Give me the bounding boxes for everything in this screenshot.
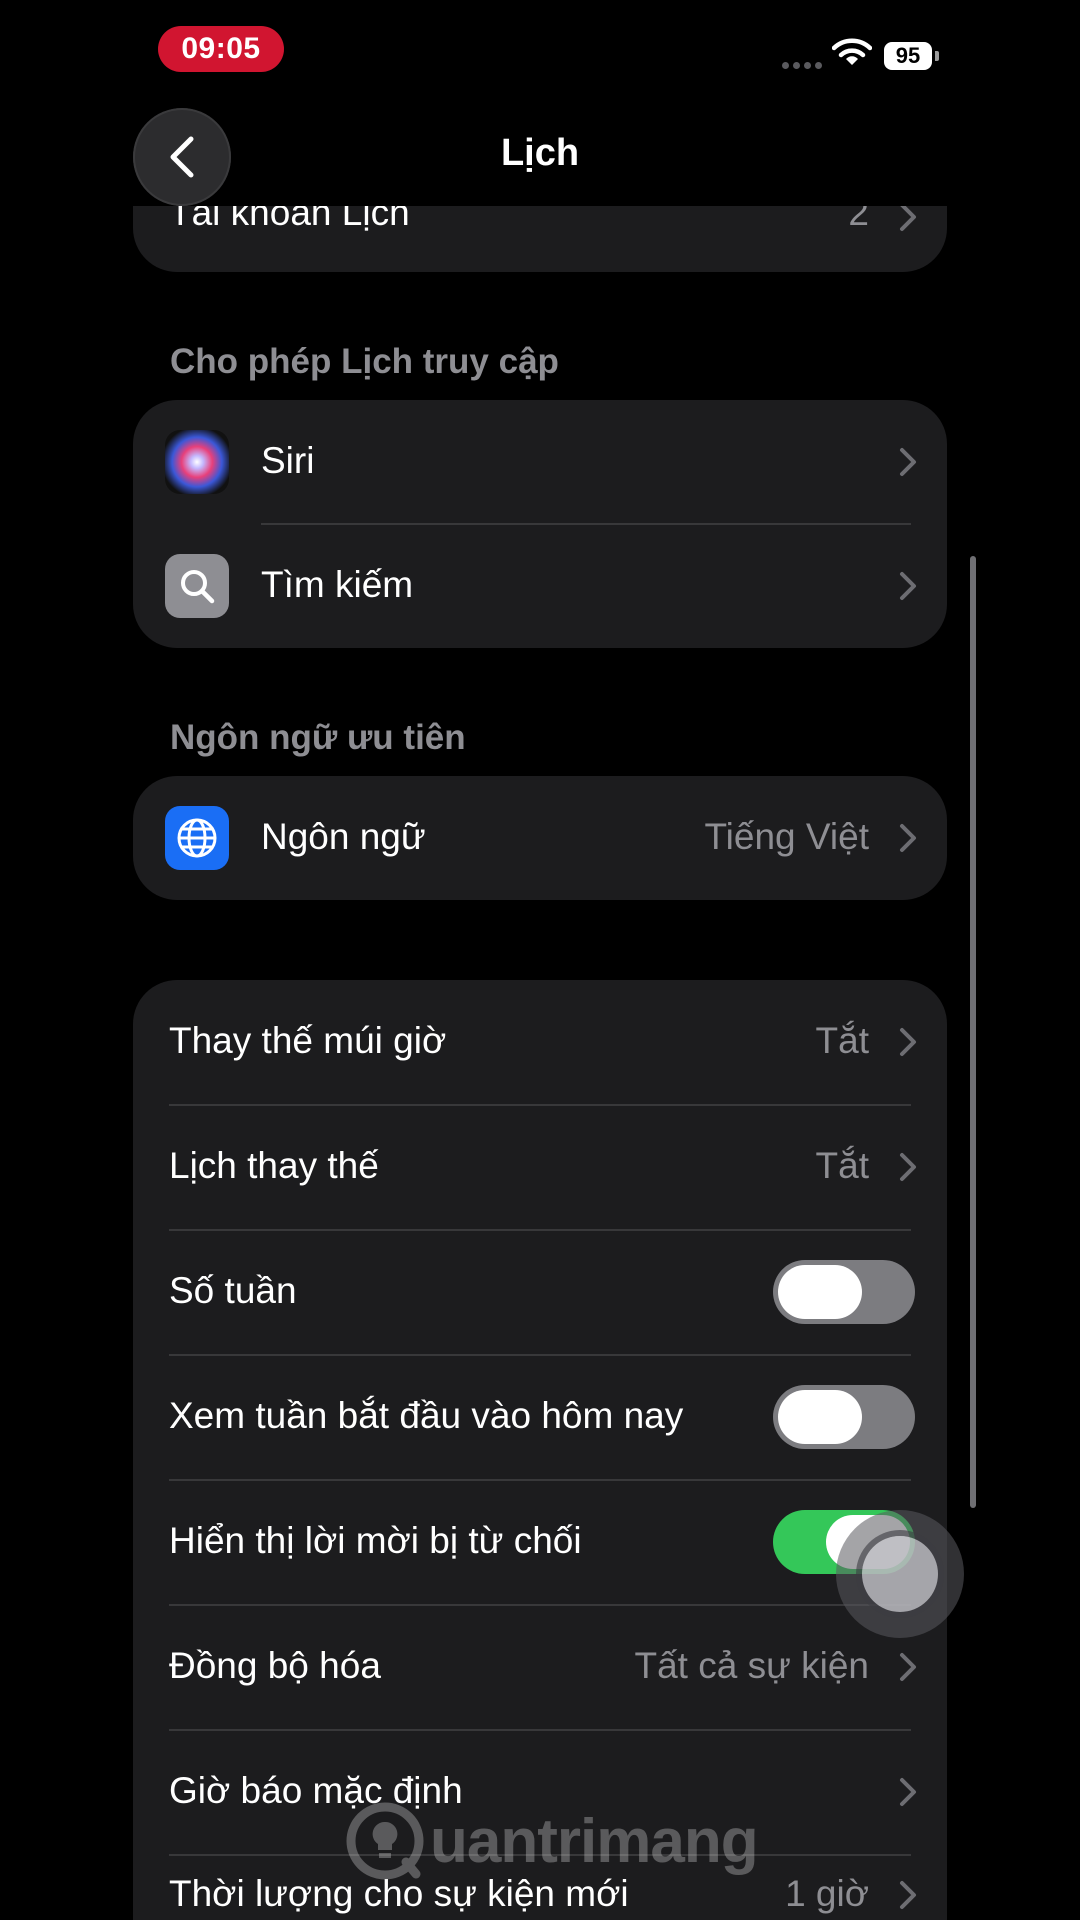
language-group: Ngôn ngữ Tiếng Việt: [133, 776, 947, 900]
row-alternate-calendars[interactable]: Lịch thay thế Tắt: [133, 1105, 947, 1229]
search-icon: [165, 554, 229, 618]
chevron-right-icon: [900, 203, 916, 231]
chevron-right-icon: [900, 1881, 916, 1909]
scroll-indicator[interactable]: [970, 556, 976, 1508]
row-label: Đồng bộ hóa: [169, 1645, 381, 1686]
row-siri[interactable]: Siri: [133, 400, 947, 524]
row-value: 1 giờ: [785, 1873, 869, 1914]
section-header-language: Ngôn ngữ ưu tiên: [170, 718, 466, 757]
status-time-text: 09:05: [181, 32, 261, 65]
calendar-settings-group: Thay thế múi giờ Tắt Lịch thay thế Tắt S…: [133, 980, 947, 1920]
row-language[interactable]: Ngôn ngữ Tiếng Việt: [133, 776, 947, 900]
chevron-right-icon: [900, 824, 916, 852]
watermark-text: uantrimang: [430, 1806, 759, 1876]
status-time: 09:05: [158, 26, 284, 72]
siri-icon: [165, 430, 229, 494]
touch-indicator-dot: [862, 1536, 938, 1612]
settings-screen: Tài khoản Lịch 2 Cho phép Lịch truy cập …: [0, 0, 1080, 1920]
row-value: Tất cả sự kiện: [634, 1645, 869, 1686]
page-title: Lịch: [500, 132, 580, 174]
globe-icon: [165, 806, 229, 870]
row-label: Lịch thay thế: [169, 1145, 379, 1186]
row-timezone-override[interactable]: Thay thế múi giờ Tắt: [133, 980, 947, 1104]
navigation-bar: 09:05 95 Lịch: [0, 0, 1080, 206]
row-value: Tắt: [815, 1145, 869, 1186]
battery-level: 95: [895, 43, 921, 68]
battery-icon: 95: [884, 42, 932, 70]
bulb-icon: [346, 1802, 424, 1880]
row-label: Xem tuần bắt đầu vào hôm nay: [169, 1395, 684, 1436]
chevron-right-icon: [900, 1653, 916, 1681]
row-show-declined-invitations: Hiển thị lời mời bị từ chối: [133, 1480, 947, 1604]
battery-tip: [935, 51, 939, 61]
chevron-right-icon: [900, 448, 916, 476]
chevron-right-icon: [900, 1153, 916, 1181]
row-label: Hiển thị lời mời bị từ chối: [169, 1520, 582, 1561]
row-label: Thay thế múi giờ: [169, 1020, 447, 1061]
watermark: uantrimang: [344, 1800, 759, 1882]
cellular-signal-icon: [782, 62, 822, 69]
row-label: Số tuần: [169, 1270, 297, 1311]
row-value: Tắt: [815, 1020, 869, 1061]
section-header-access: Cho phép Lịch truy cập: [170, 342, 559, 381]
week-numbers-toggle[interactable]: [773, 1260, 915, 1324]
row-week-numbers: Số tuần: [133, 1230, 947, 1354]
week-starts-today-toggle[interactable]: [773, 1385, 915, 1449]
chevron-right-icon: [900, 572, 916, 600]
chevron-right-icon: [900, 1028, 916, 1056]
row-search[interactable]: Tìm kiếm: [133, 524, 947, 648]
chevron-right-icon: [900, 1778, 916, 1806]
row-label: Tìm kiếm: [261, 564, 414, 605]
row-label: Ngôn ngữ: [261, 816, 426, 857]
row-value: Tiếng Việt: [704, 816, 869, 857]
row-week-view-starts-today: Xem tuần bắt đầu vào hôm nay: [133, 1355, 947, 1479]
access-group: Siri Tìm kiếm: [133, 400, 947, 648]
toggle-knob: [778, 1390, 862, 1444]
wifi-icon: [832, 38, 872, 65]
row-label: Siri: [261, 440, 315, 481]
row-sync[interactable]: Đồng bộ hóa Tất cả sự kiện: [133, 1605, 947, 1729]
toggle-knob: [778, 1265, 862, 1319]
